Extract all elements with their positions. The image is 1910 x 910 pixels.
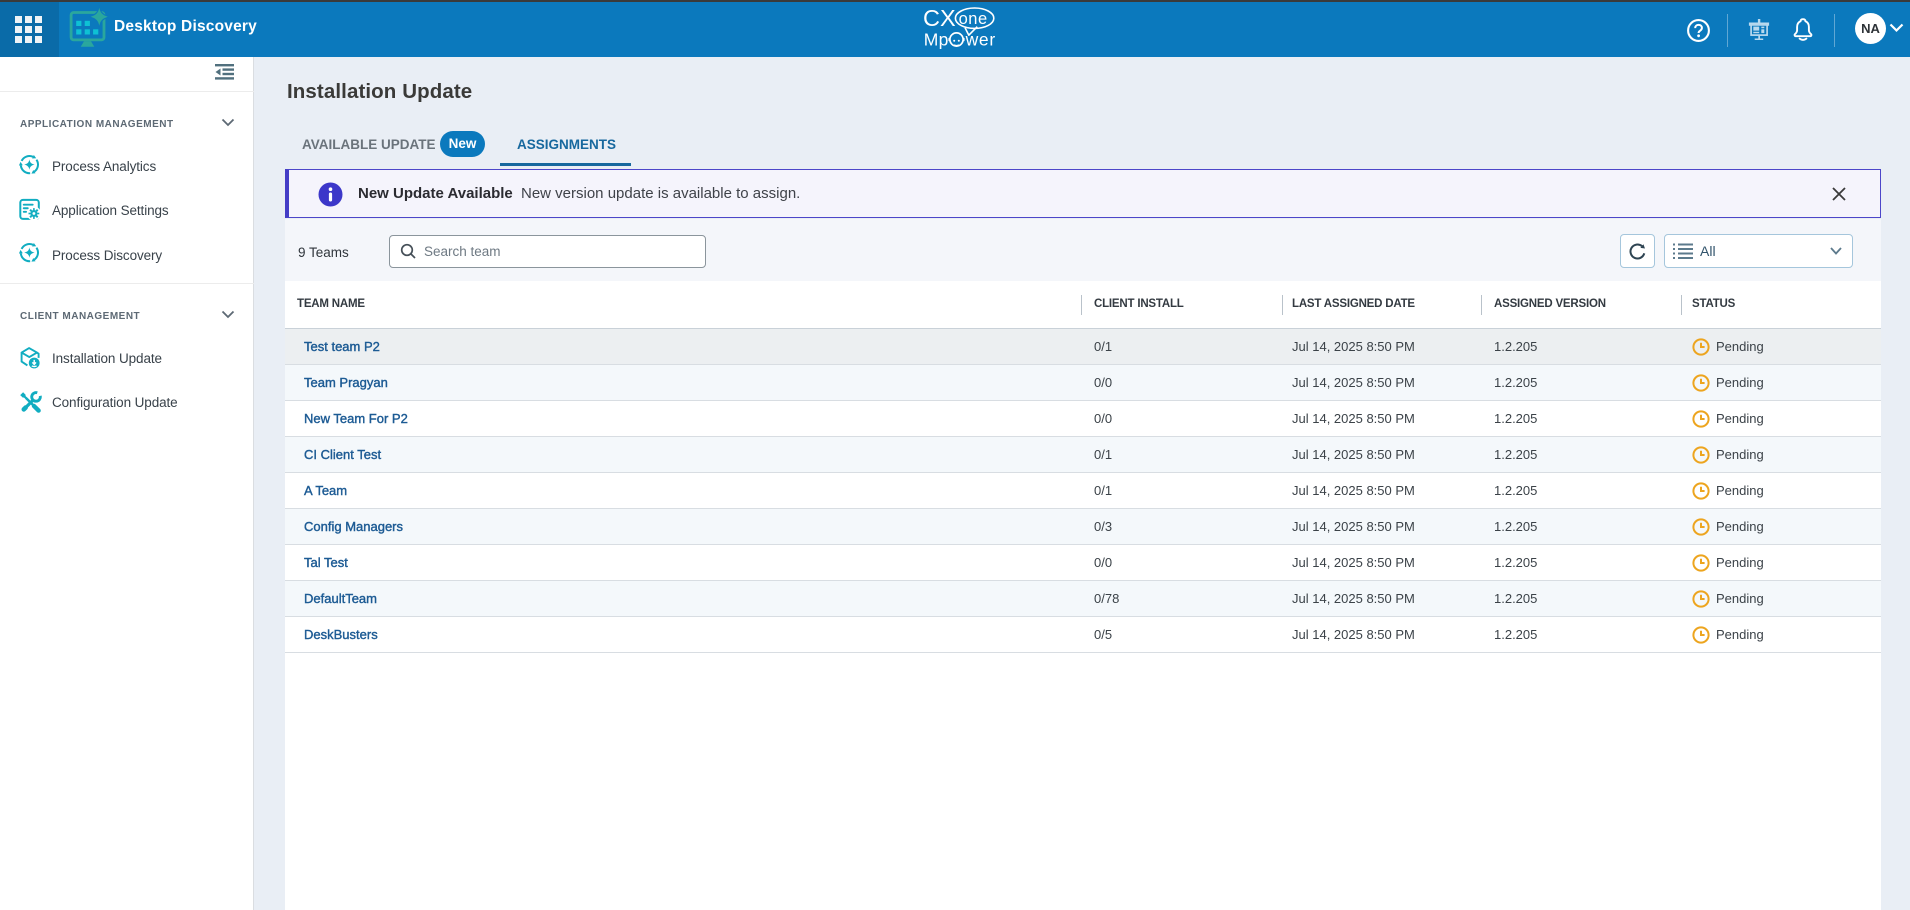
svg-text:one: one bbox=[959, 10, 988, 28]
svg-text:wer: wer bbox=[965, 29, 996, 49]
svg-text:Mp: Mp bbox=[924, 29, 949, 49]
svg-text:CX: CX bbox=[923, 5, 956, 31]
